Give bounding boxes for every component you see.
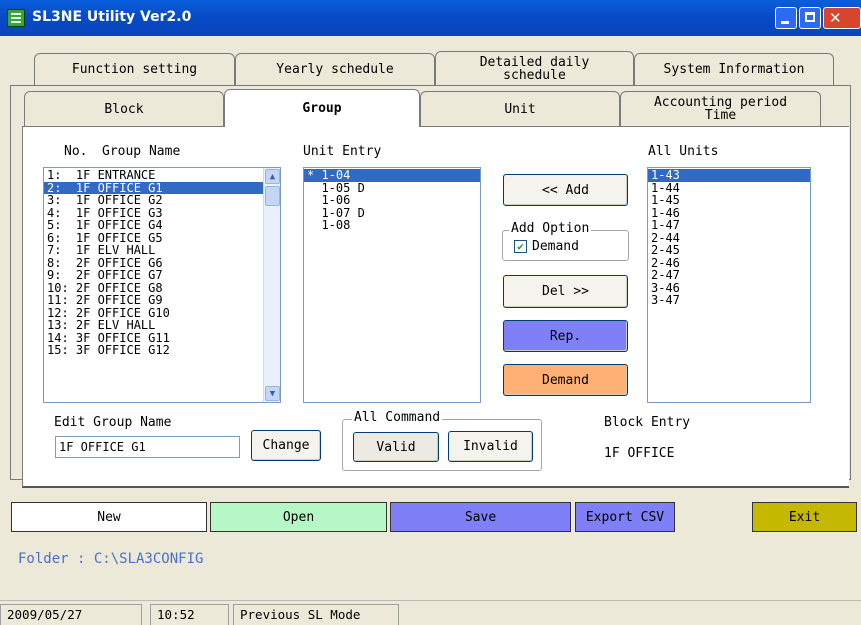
all-command-label: All Command — [352, 410, 443, 425]
app-icon — [7, 9, 25, 27]
tab-accounting-period-time[interactable]: Accounting period Time — [620, 91, 821, 126]
group-list-item[interactable]: 7: 1F ELV HALL — [44, 244, 263, 257]
demand-button[interactable]: Demand — [503, 364, 628, 396]
tab-unit[interactable]: Unit — [420, 91, 620, 126]
status-date: 2009/05/27 — [0, 604, 142, 625]
change-button[interactable]: Change — [251, 430, 321, 461]
tab-function-setting[interactable]: Function setting — [34, 53, 235, 85]
all-units-label: All Units — [648, 144, 719, 159]
block-entry-label: Block Entry — [604, 415, 691, 430]
demand-checkbox-label: Demand — [532, 239, 579, 254]
unit-entry-label: Unit Entry — [303, 144, 382, 159]
status-mode: Previous SL Mode — [233, 604, 399, 625]
block-entry-value: 1F OFFICE — [604, 446, 675, 461]
unit-entry-list[interactable]: * 1-04 1-05 D 1-06 1-07 D 1-08 — [303, 167, 481, 403]
export-csv-button[interactable]: Export CSV — [575, 502, 675, 532]
open-button[interactable]: Open — [210, 502, 387, 532]
window-title: SL3NE Utility Ver2.0 — [32, 9, 192, 25]
group-list-item[interactable]: 5: 1F OFFICE G4 — [44, 219, 263, 232]
exit-button[interactable]: Exit — [752, 502, 857, 532]
group-list-item[interactable]: 13: 2F ELV HALL — [44, 319, 263, 332]
group-no-header: No. — [64, 144, 88, 159]
minimize-button[interactable] — [775, 7, 797, 29]
unit-entry-item[interactable]: 1-06 — [304, 194, 480, 207]
all-units-item[interactable]: 2-45 — [648, 244, 810, 257]
tab-label: Block — [104, 101, 144, 117]
unit-entry-item[interactable]: * 1-04 — [304, 169, 480, 182]
scroll-thumb[interactable] — [265, 186, 280, 206]
tab-label: Detailed daily schedule — [479, 54, 590, 83]
scroll-down-arrow-icon[interactable]: ▼ — [265, 386, 280, 401]
unit-entry-item[interactable]: 1-08 — [304, 219, 480, 232]
tab-label: Unit — [504, 101, 536, 117]
group-name-header: Group Name — [102, 144, 181, 159]
tab-yearly-schedule[interactable]: Yearly schedule — [235, 53, 435, 85]
group-list-item[interactable]: 1: 1F ENTRANCE — [44, 169, 263, 182]
tab-label: System Information — [663, 62, 805, 77]
save-button[interactable]: Save — [390, 502, 571, 532]
edit-group-name-label: Edit Group Name — [54, 415, 172, 430]
tab-system-information[interactable]: System Information — [634, 53, 834, 85]
maximize-button[interactable] — [799, 7, 821, 29]
all-units-item[interactable]: 2-47 — [648, 269, 810, 282]
tab-label: Function setting — [71, 62, 198, 77]
add-option-label: Add Option — [509, 221, 592, 236]
tab-label: Group — [302, 101, 342, 116]
new-button[interactable]: New — [11, 502, 207, 532]
title-bar: SL3NE Utility Ver2.0 — [0, 0, 861, 36]
tab-label: Accounting period Time — [653, 95, 788, 123]
group-list-scrollbar[interactable]: ▲ ▼ — [263, 168, 280, 402]
group-list-item[interactable]: 11: 2F OFFICE G9 — [44, 294, 263, 307]
tab-block[interactable]: Block — [24, 91, 224, 126]
all-units-item[interactable]: 1-43 — [648, 169, 810, 182]
rep-button[interactable]: Rep. — [503, 320, 628, 352]
group-rows: 1: 1F ENTRANCE 2: 1F OFFICE G1 3: 1F OFFIC… — [44, 169, 263, 357]
tab-detailed-daily-schedule[interactable]: Detailed daily schedule — [435, 51, 634, 85]
tab-label: Yearly schedule — [276, 62, 394, 77]
valid-button[interactable]: Valid — [353, 432, 439, 462]
group-name-input[interactable]: 1F OFFICE G1 — [55, 436, 240, 458]
demand-checkbox[interactable]: ✔ — [514, 240, 527, 253]
scroll-up-arrow-icon[interactable]: ▲ — [265, 169, 280, 184]
tab-group[interactable]: Group — [224, 89, 420, 127]
status-time: 10:52 — [150, 604, 229, 625]
unit-entry-rows: * 1-04 1-05 D 1-06 1-07 D 1-08 — [304, 169, 480, 232]
group-list-item[interactable]: 3: 1F OFFICE G2 — [44, 194, 263, 207]
group-list[interactable]: 1: 1F ENTRANCE 2: 1F OFFICE G1 3: 1F OFFIC… — [43, 167, 281, 403]
close-button[interactable] — [823, 7, 861, 29]
all-units-list[interactable]: 1-43 1-44 1-45 1-46 1-47 2-44 2-45 2-46 2-47 3-46… — [647, 167, 811, 403]
invalid-button[interactable]: Invalid — [448, 431, 533, 462]
delete-button[interactable]: Del >> — [503, 275, 628, 308]
group-list-item[interactable]: 15: 3F OFFICE G12 — [44, 344, 263, 357]
all-units-rows: 1-43 1-44 1-45 1-46 1-47 2-44 2-45 2-46 2-47 3-46… — [648, 169, 810, 307]
all-units-item[interactable]: 1-47 — [648, 219, 810, 232]
group-list-item[interactable]: 9: 2F OFFICE G7 — [44, 269, 263, 282]
all-units-item[interactable]: 3-47 — [648, 294, 810, 307]
add-button[interactable]: << Add — [503, 174, 628, 206]
all-units-item[interactable]: 1-45 — [648, 194, 810, 207]
folder-path: Folder : C:\SLA3CONFIG — [18, 551, 204, 567]
